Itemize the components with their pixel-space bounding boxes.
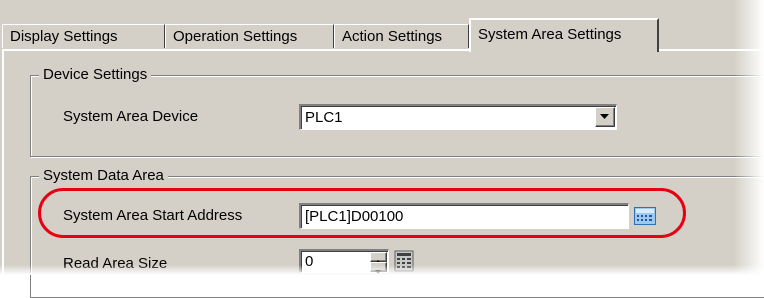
tab-system-area-settings[interactable]: System Area Settings bbox=[469, 18, 659, 52]
tab-action-settings[interactable]: Action Settings bbox=[334, 24, 469, 48]
system-data-area-group: System Data Area System Area Start Addre… bbox=[30, 167, 764, 298]
system-area-device-value: PLC1 bbox=[305, 109, 343, 126]
tab-display-settings[interactable]: Display Settings bbox=[2, 24, 165, 48]
settings-dialog: Display Settings Operation Settings Acti… bbox=[0, 0, 764, 298]
start-address-label: System Area Start Address bbox=[63, 207, 243, 224]
tab-label: Operation Settings bbox=[173, 28, 298, 45]
dropdown-button[interactable] bbox=[595, 107, 615, 127]
tab-label: Display Settings bbox=[10, 28, 118, 45]
edge-fade-right bbox=[734, 0, 764, 275]
device-settings-group: Device Settings System Area Device PLC1 bbox=[30, 66, 764, 157]
start-address-input[interactable]: [PLC1]D00100 bbox=[299, 203, 629, 229]
address-picker-button[interactable] bbox=[633, 205, 657, 227]
start-address-value: [PLC1]D00100 bbox=[305, 208, 404, 225]
tab-label: Action Settings bbox=[342, 28, 443, 45]
group-title: System Data Area bbox=[39, 167, 168, 185]
spin-up-button[interactable] bbox=[370, 252, 387, 264]
group-title: Device Settings bbox=[39, 66, 152, 84]
tab-label: System Area Settings bbox=[478, 26, 622, 43]
system-area-device-label: System Area Device bbox=[63, 108, 199, 125]
chevron-down-icon bbox=[600, 114, 609, 119]
keypad-icon bbox=[634, 207, 656, 225]
edge-fade-bottom bbox=[0, 265, 764, 275]
system-area-device-select[interactable]: PLC1 bbox=[299, 104, 617, 130]
tab-panel: Device Settings System Area Device PLC1 … bbox=[2, 49, 764, 298]
tab-operation-settings[interactable]: Operation Settings bbox=[165, 24, 334, 48]
